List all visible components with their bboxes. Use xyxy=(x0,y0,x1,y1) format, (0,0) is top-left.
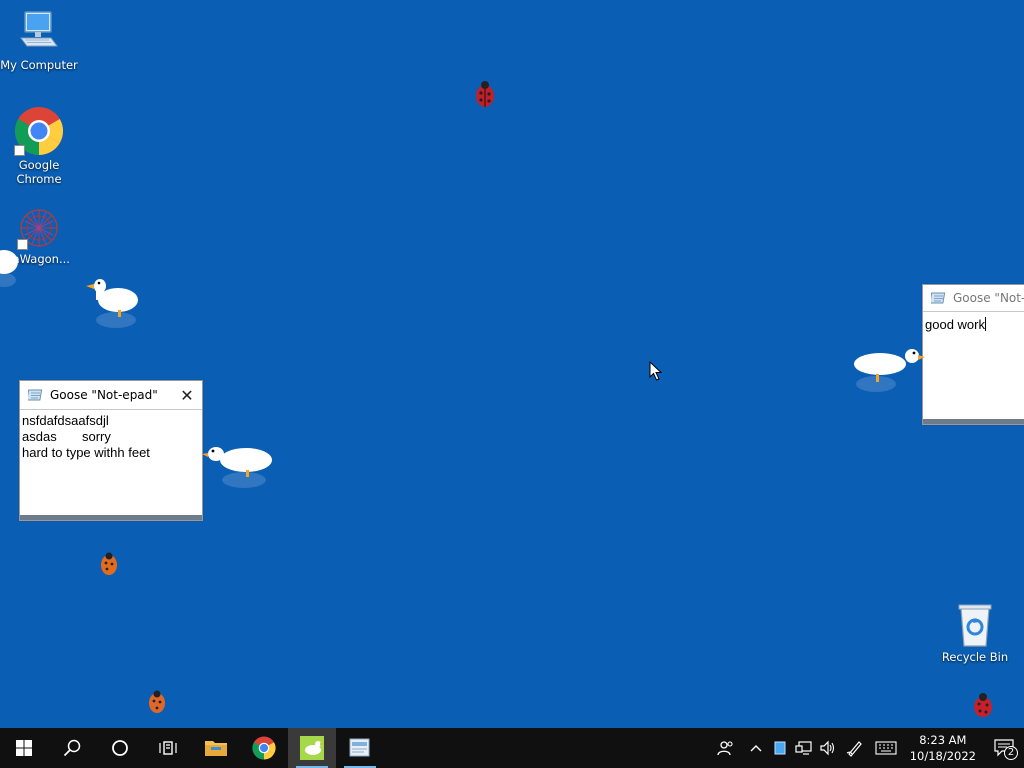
windows-logo-icon xyxy=(16,740,32,756)
folder-icon xyxy=(205,741,227,756)
ladybug-icon xyxy=(149,690,165,713)
chrome-icon xyxy=(252,736,276,760)
goose-icon xyxy=(202,447,272,488)
desktop-icon-label: Recycle Bin xyxy=(941,650,1009,664)
desktop-icon-recycle-bin[interactable]: Recycle Bin xyxy=(936,602,1014,664)
notepad-text-area[interactable]: good work xyxy=(923,312,1024,333)
taskbar: 8:23 AM 10/18/2022 2 xyxy=(0,728,1024,768)
notepad-taskbar-button[interactable] xyxy=(336,728,384,768)
desktop-icon-google-chrome[interactable]: Google Chrome xyxy=(0,106,78,186)
notepad-title: Goose "Not-epad" xyxy=(50,388,158,402)
goose-taskbar-button[interactable] xyxy=(288,728,336,768)
notepad-text-area[interactable]: nsfdafdsaafsdjl asdas sorry hard to type w… xyxy=(20,410,202,461)
system-tray: 8:23 AM 10/18/2022 2 xyxy=(708,728,1024,768)
file-explorer-button[interactable] xyxy=(192,728,240,768)
keyboard-icon xyxy=(875,741,897,755)
desktop-icon-my-computer[interactable]: My Computer xyxy=(0,8,78,72)
chrome-icon xyxy=(14,106,64,156)
close-icon[interactable]: ✕ xyxy=(172,381,202,409)
goose-notepad-window[interactable]: Goose "Not-epad" ✕ nsfdafdsaafsdjl asdas … xyxy=(19,380,203,521)
notepad-line: asdas sorry xyxy=(22,429,111,444)
notepad-bottom-bar xyxy=(20,515,202,520)
ladybug-icon xyxy=(476,81,494,107)
notepad-line: hard to type withh feet xyxy=(22,445,150,460)
search-button[interactable] xyxy=(48,728,96,768)
notification-badge: 2 xyxy=(1004,746,1018,760)
desktop-icon-label: My Computer xyxy=(0,58,78,72)
network-icon xyxy=(795,741,812,755)
show-hidden-icons-button[interactable] xyxy=(744,728,768,768)
volume-button[interactable] xyxy=(816,728,840,768)
goose-notepad-window-right[interactable]: Goose "Not-e good work xyxy=(922,284,1024,425)
notepad-title: Goose "Not-e xyxy=(953,291,1024,305)
notepad-bottom-bar xyxy=(923,419,1024,424)
pen-workspace-button[interactable] xyxy=(840,728,870,768)
notepad-titlebar[interactable]: Goose "Not-e xyxy=(923,285,1024,312)
ladybug-icon xyxy=(101,552,117,575)
monitor-icon xyxy=(15,8,63,56)
goose-icon xyxy=(86,279,138,328)
clock[interactable]: 8:23 AM 10/18/2022 xyxy=(902,732,984,764)
touch-keyboard-button[interactable] xyxy=(870,728,902,768)
clock-time: 8:23 AM xyxy=(919,733,967,747)
task-view-button[interactable] xyxy=(144,728,192,768)
speaker-icon xyxy=(820,740,834,756)
people-button[interactable] xyxy=(708,728,744,768)
search-icon xyxy=(63,739,81,757)
pen-icon xyxy=(846,741,862,757)
mouse-pointer-icon xyxy=(649,361,663,381)
tray-app-button[interactable] xyxy=(768,728,792,768)
chrome-taskbar-button[interactable] xyxy=(240,728,288,768)
goose-icon xyxy=(0,250,18,287)
people-icon xyxy=(717,741,733,756)
ladybug-icon xyxy=(974,693,992,717)
start-button[interactable] xyxy=(0,728,48,768)
chevron-up-icon xyxy=(750,745,762,752)
task-view-icon xyxy=(159,741,177,755)
notepad-line: good work xyxy=(925,317,985,332)
network-button[interactable] xyxy=(792,728,816,768)
desktop-icon-label: Google Chrome xyxy=(16,158,62,186)
notepad-titlebar[interactable]: Goose "Not-epad" ✕ xyxy=(20,381,202,410)
recycle-bin-icon xyxy=(953,602,997,648)
action-center-button[interactable]: 2 xyxy=(984,728,1024,768)
notepad-icon xyxy=(26,388,44,402)
clock-date: 10/18/2022 xyxy=(909,749,976,763)
blue-square-icon xyxy=(774,741,786,755)
cortana-button[interactable] xyxy=(96,728,144,768)
goose-app-icon xyxy=(300,736,324,760)
shortcut-arrow-icon xyxy=(14,145,25,156)
goose-icon xyxy=(854,349,925,392)
notepad-icon xyxy=(349,738,370,757)
cortana-circle-icon xyxy=(112,740,128,756)
text-cursor xyxy=(984,317,986,331)
notepad-line: nsfdafdsaafsdjl xyxy=(22,413,109,428)
notepad-icon xyxy=(929,291,947,305)
